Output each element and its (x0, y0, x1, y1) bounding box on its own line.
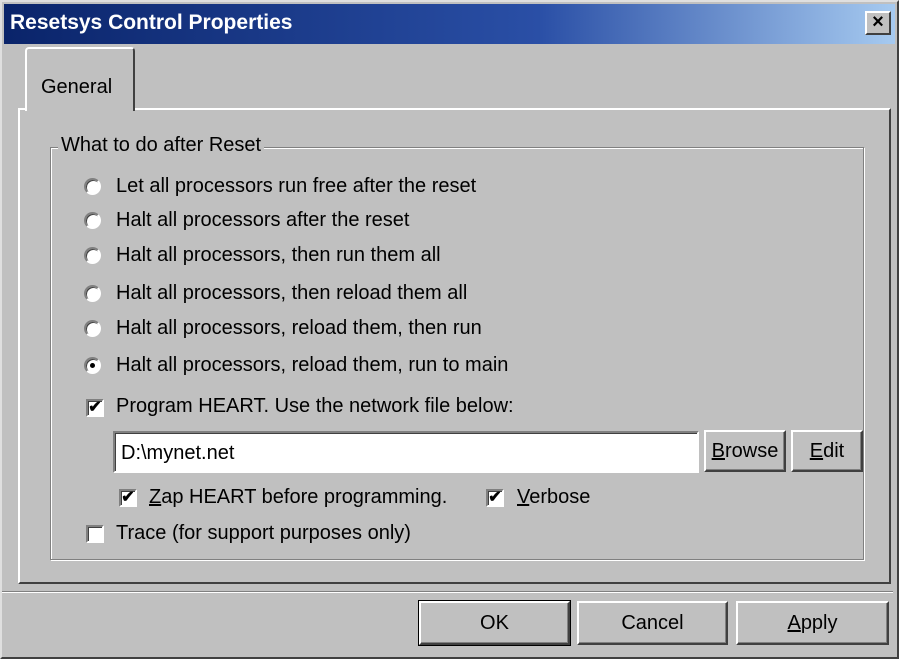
radio-halt-reload-main-label[interactable]: Halt all processors, reload them, run to… (116, 354, 508, 377)
program-heart-label[interactable]: Program HEART. Use the network file belo… (116, 395, 514, 418)
radio-halt-label[interactable]: Halt all processors after the reset (116, 209, 409, 232)
window-title: Resetsys Control Properties (10, 11, 293, 34)
radio-halt-run-label[interactable]: Halt all processors, then run them all (116, 244, 441, 267)
apply-button[interactable]: Apply (736, 601, 889, 645)
radio-halt-run[interactable] (84, 247, 101, 264)
verbose-label[interactable]: Verbose (517, 486, 590, 509)
verbose-checkbox[interactable]: ✔ (486, 489, 504, 507)
zap-heart-checkbox[interactable]: ✔ (119, 489, 137, 507)
separator (2, 591, 893, 593)
radio-halt-reload[interactable] (84, 285, 101, 302)
browse-button[interactable]: Browse (704, 430, 786, 472)
radio-halt-reload-run[interactable] (84, 320, 101, 337)
ok-button[interactable]: OK (418, 600, 571, 646)
radio-run-free[interactable] (84, 178, 101, 195)
title-bar: Resetsys Control Properties × (4, 4, 895, 44)
trace-label[interactable]: Trace (for support purposes only) (116, 522, 411, 545)
program-heart-checkbox[interactable]: ✔ (86, 399, 104, 417)
radio-halt-reload-run-label[interactable]: Halt all processors, reload them, then r… (116, 317, 482, 340)
cancel-button[interactable]: Cancel (577, 601, 728, 645)
radio-halt-reload-main[interactable] (84, 357, 101, 374)
network-file-value: D:\mynet.net (121, 442, 235, 464)
group-legend: What to do after Reset (58, 134, 265, 157)
tab-general-label: General (41, 76, 113, 98)
tab-general[interactable]: General (25, 47, 135, 111)
radio-run-free-label[interactable]: Let all processors run free after the re… (116, 175, 476, 198)
radio-halt[interactable] (84, 212, 101, 229)
edit-button[interactable]: Edit (791, 430, 863, 472)
zap-heart-label[interactable]: Zap HEART before programming. (149, 486, 447, 509)
network-file-input[interactable]: D:\mynet.net (113, 431, 699, 473)
close-button[interactable]: × (865, 11, 891, 35)
trace-checkbox[interactable] (86, 525, 104, 543)
radio-halt-reload-label[interactable]: Halt all processors, then reload them al… (116, 282, 467, 305)
